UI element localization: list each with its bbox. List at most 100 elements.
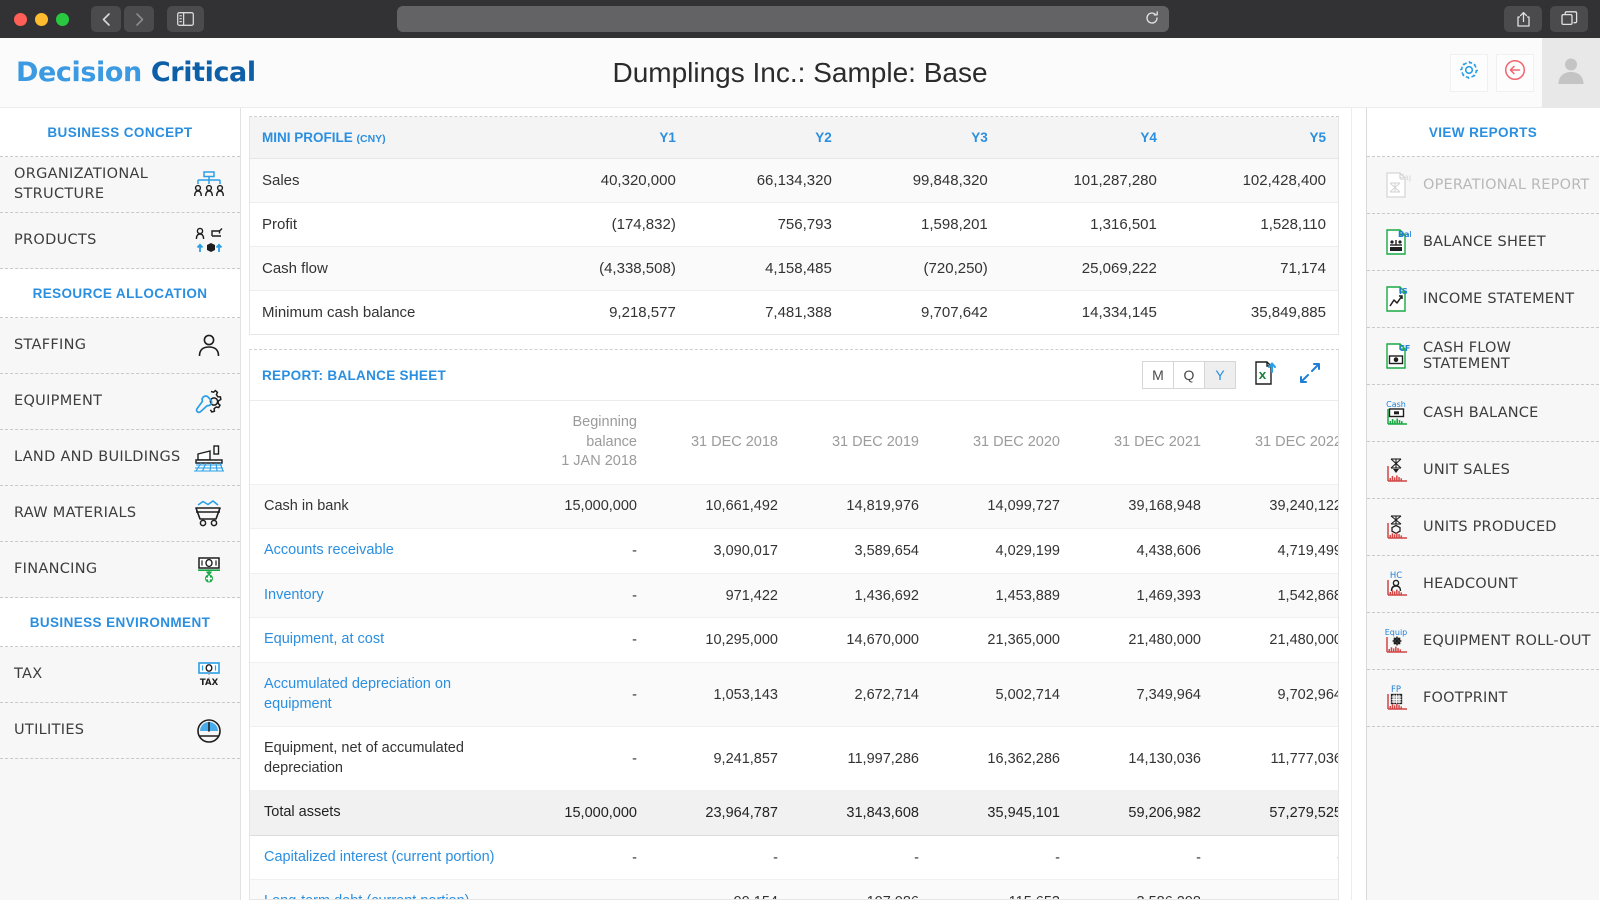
sidebar-toggle-icon[interactable] [167, 6, 204, 32]
sidebar-item-land-and-buildings[interactable]: LAND AND BUILDINGS [0, 430, 240, 486]
report-item-balance-sheet[interactable]: Bal BALANCE SHEET [1367, 214, 1599, 271]
avatar[interactable] [1542, 38, 1600, 108]
table-row[interactable]: Capitalized interest (current portion) -… [250, 835, 1338, 880]
sidebar-section-business-environment: BUSINESS ENVIRONMENT [0, 598, 240, 647]
sidebar-item-staffing[interactable]: STAFFING [0, 318, 240, 374]
sidebar-item-products[interactable]: PRODUCTS [0, 213, 240, 269]
row-label-link[interactable]: Long-term debt (current portion) [250, 880, 510, 899]
row-value: 7,349,964 [1074, 662, 1215, 726]
share-icon[interactable] [1504, 6, 1542, 32]
back-button[interactable] [91, 6, 121, 32]
report-item-footprint[interactable]: FP FOOTPRI [1367, 670, 1599, 727]
row-value: 9,707,642 [844, 291, 1000, 335]
row-value: 15,000,000 [510, 484, 651, 529]
products-icon [192, 224, 226, 258]
row-label-link[interactable]: Capitalized interest (current portion) [250, 835, 510, 880]
row-label-link[interactable]: Inventory [250, 573, 510, 618]
close-window-button[interactable] [14, 13, 27, 26]
tab-overview-icon[interactable] [1550, 6, 1588, 32]
report-item-label: CASH FLOW STATEMENT [1423, 340, 1591, 372]
row-label: Total assets [250, 791, 510, 836]
mini-profile-title: MINI PROFILE [262, 130, 353, 145]
report-item-headcount[interactable]: HC HEADCOUNT [1367, 556, 1599, 613]
svg-text:Equip: Equip [1385, 628, 1408, 637]
row-value: 1,453,889 [933, 573, 1074, 618]
svg-text:IS: IS [1399, 287, 1408, 296]
row-value: 57,279,525 [1215, 791, 1338, 836]
reports-panel-title: VIEW REPORTS [1367, 108, 1599, 157]
headcount-icon: HC [1381, 567, 1413, 601]
row-label-link[interactable]: Accounts receivable [250, 529, 510, 574]
back-button[interactable] [1496, 54, 1534, 92]
row-value: - [510, 573, 651, 618]
table-row: Equipment, net of accumulated depreciati… [250, 727, 1338, 791]
row-label-link[interactable]: Equipment, at cost [250, 618, 510, 663]
factory-icon [192, 441, 226, 475]
unit-sales-icon [1381, 453, 1413, 487]
svg-text:X: X [1259, 371, 1267, 382]
app-header: Decision Critical Dumplings Inc.: Sample… [0, 38, 1600, 108]
settings-button[interactable] [1450, 54, 1488, 92]
row-label: Equipment, net of accumulated depreciati… [250, 727, 510, 791]
row-label: Cash in bank [250, 484, 510, 529]
period-button-quarterly[interactable]: Q [1173, 361, 1205, 389]
header-actions [1450, 38, 1600, 108]
row-label-link[interactable]: Accumulated depreciation on equipment [250, 662, 510, 726]
cash-balance-icon: Cash [1381, 396, 1413, 430]
expand-button[interactable] [1292, 360, 1328, 390]
row-value: 10,295,000 [651, 618, 792, 663]
period-button-yearly[interactable]: Y [1204, 361, 1236, 389]
report-item-equipment-roll-out[interactable]: Equip EQUIPMENT ROLL-OUT [1367, 613, 1599, 670]
table-row[interactable]: Equipment, at cost - 10,295,000 14,670,0… [250, 618, 1338, 663]
reload-icon[interactable] [1145, 11, 1159, 27]
export-excel-button[interactable]: X [1246, 360, 1282, 390]
report-item-operational-report[interactable]: Cap OPERATIONAL REPORT [1367, 157, 1599, 214]
row-value: 35,945,101 [933, 791, 1074, 836]
report-item-unit-sales[interactable]: UNIT SALES [1367, 442, 1599, 499]
row-value: 14,670,000 [792, 618, 933, 663]
row-value: - [510, 618, 651, 663]
svg-text:FP: FP [1391, 685, 1401, 695]
row-value: 4,719,499 [1215, 529, 1338, 574]
report-item-units-produced[interactable]: UNITS PRODUCED [1367, 499, 1599, 556]
sidebar-item-utilities[interactable]: UTILITIES [0, 703, 240, 759]
column-header-beginning-balance: Beginning balance 1 JAN 2018 [510, 401, 651, 484]
report-item-cash-flow-statement[interactable]: CF CASH FLOW STATEMENT [1367, 328, 1599, 385]
sidebar-item-raw-materials[interactable]: RAW MATERIALS [0, 486, 240, 542]
row-label: Cash flow [250, 247, 529, 291]
sidebar-item-equipment[interactable]: EQUIPMENT [0, 374, 240, 430]
svg-text:Cash: Cash [1386, 400, 1406, 409]
table-row[interactable]: Long-term debt (current portion) - 99,15… [250, 880, 1338, 899]
table-row[interactable]: Accounts receivable - 3,090,017 3,589,65… [250, 529, 1338, 574]
period-button-monthly[interactable]: M [1142, 361, 1174, 389]
mini-profile-table: MINI PROFILE (CNY) Y1 Y2 Y3 Y4 Y5 Sales … [250, 117, 1338, 334]
app-body: BUSINESS CONCEPT ORGANIZATIONAL STRUCTUR… [0, 108, 1600, 900]
row-value: 14,334,145 [1000, 291, 1169, 335]
row-value: 15,000,000 [510, 791, 651, 836]
address-bar[interactable] [397, 6, 1169, 32]
row-value: 4,029,199 [933, 529, 1074, 574]
maximize-window-button[interactable] [56, 13, 69, 26]
table-row: Minimum cash balance 9,218,577 7,481,388… [250, 291, 1338, 335]
row-value: - [510, 529, 651, 574]
report-item-cash-balance[interactable]: Cash CASH BALANCE [1367, 385, 1599, 442]
table-row[interactable]: Inventory - 971,422 1,436,692 1,453,889 … [250, 573, 1338, 618]
export-excel-icon: X [1251, 360, 1277, 391]
report-item-label: OPERATIONAL REPORT [1423, 177, 1589, 193]
row-value: - [510, 662, 651, 726]
units-produced-icon [1381, 510, 1413, 544]
sidebar-item-organizational-structure[interactable]: ORGANIZATIONAL STRUCTURE [0, 157, 240, 213]
sidebar-item-financing[interactable]: FINANCING [0, 542, 240, 598]
report-table-scroll[interactable]: Beginning balance 1 JAN 2018 31 DEC 2018… [250, 401, 1338, 899]
income-statement-icon: IS [1381, 282, 1413, 316]
report-item-income-statement[interactable]: IS INCOME STATEMENT [1367, 271, 1599, 328]
forward-button[interactable] [124, 6, 154, 32]
row-value: 9,218,577 [529, 291, 688, 335]
row-value: 25,069,222 [1000, 247, 1169, 291]
sidebar-item-tax[interactable]: TAX TAX [0, 647, 240, 703]
table-row[interactable]: Accumulated depreciation on equipment - … [250, 662, 1338, 726]
column-header-2020: 31 DEC 2020 [933, 401, 1074, 484]
report-item-label: UNIT SALES [1423, 462, 1510, 478]
minimize-window-button[interactable] [35, 13, 48, 26]
equipment-rollout-icon: Equip [1381, 624, 1413, 658]
